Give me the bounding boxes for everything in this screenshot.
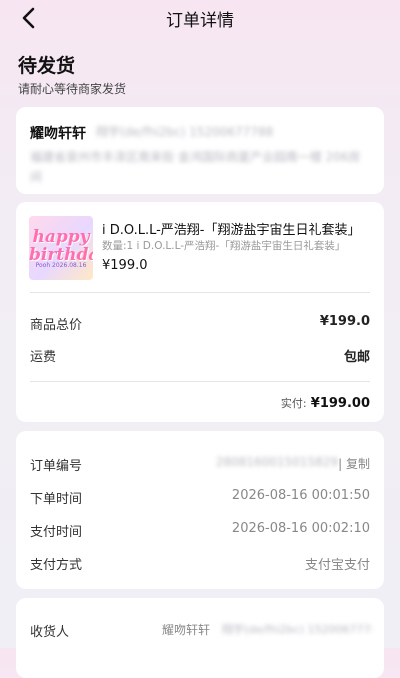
address-contact: 翔宇(de/fhi2bc) 15200677788 (96, 125, 274, 139)
pay-method-value: 支付宝支付 (304, 558, 370, 573)
pay-time-value: 2026-08-16 00:02:10 (231, 521, 370, 536)
address-detail: 福建省泉州市丰泽区南来街 金鸿国际商厦产业园南一楼 206房间 (30, 150, 361, 184)
paid-label: 实付: (280, 397, 307, 410)
order-info-card: 订单编号 2808160015015829 | 复制 下单时间 2026-08-… (16, 431, 384, 589)
pay-time-label: 支付时间 (30, 525, 83, 540)
divider (30, 381, 370, 382)
address-name: 耀吻轩轩 (30, 126, 86, 142)
order-status-subtitle: 请耐心等待商家发货 (18, 82, 127, 96)
page-title: 订单详情 (166, 11, 234, 31)
order-status: 待发货 (18, 55, 76, 77)
total-value: ¥199.0 (319, 314, 370, 329)
copy-label: 复制 (345, 457, 370, 471)
thumb-text-happy: happy (32, 227, 90, 247)
receiver-contact: 翔宇(de/fhi2bc) 15200677788 (222, 623, 372, 636)
product-spec: 数量:1 i D.O.L.L-严浩翔-「翔游盐宇宙生日礼套装」 (102, 240, 346, 252)
address-card[interactable]: 耀吻轩轩 翔宇(de/fhi2bc) 15200677788 福建省泉州市丰泽区… (16, 107, 384, 194)
receiver-name: 耀吻轩轩 (162, 623, 211, 637)
receiver-card: 收货人 耀吻轩轩 翔宇(de/fhi2bc) 15200677788 (16, 598, 384, 678)
copy-separator: | (338, 457, 343, 471)
paid-amount: 实付: ¥199.00 (281, 395, 370, 411)
copy-order-number-button[interactable]: | 复制 (338, 455, 370, 472)
product-price: ¥199.0 (102, 258, 148, 273)
pay-method-label: 支付方式 (30, 558, 83, 573)
total-label: 商品总价 (30, 318, 83, 333)
shipping-value: 包邮 (343, 350, 370, 365)
product-card: happybirthday Pooh 2026.08.16 i D.O.L.L-… (16, 202, 384, 422)
divider (30, 292, 370, 293)
order-number-label: 订单编号 (30, 459, 83, 474)
shipping-label: 运费 (30, 350, 57, 365)
order-time-value: 2026-08-16 00:01:50 (231, 488, 370, 503)
order-time-label: 下单时间 (30, 492, 83, 507)
paid-value: ¥199.00 (310, 396, 370, 411)
order-number-value: 2808160015015829 (215, 455, 338, 469)
product-thumbnail[interactable]: happybirthday Pooh 2026.08.16 (29, 216, 93, 280)
product-title[interactable]: i D.O.L.L-严浩翔-「翔游盐宇宙生日礼套装」 (102, 219, 361, 238)
receiver-label: 收货人 (30, 625, 70, 640)
thumb-caption: Pooh 2026.08.16 (35, 262, 87, 269)
